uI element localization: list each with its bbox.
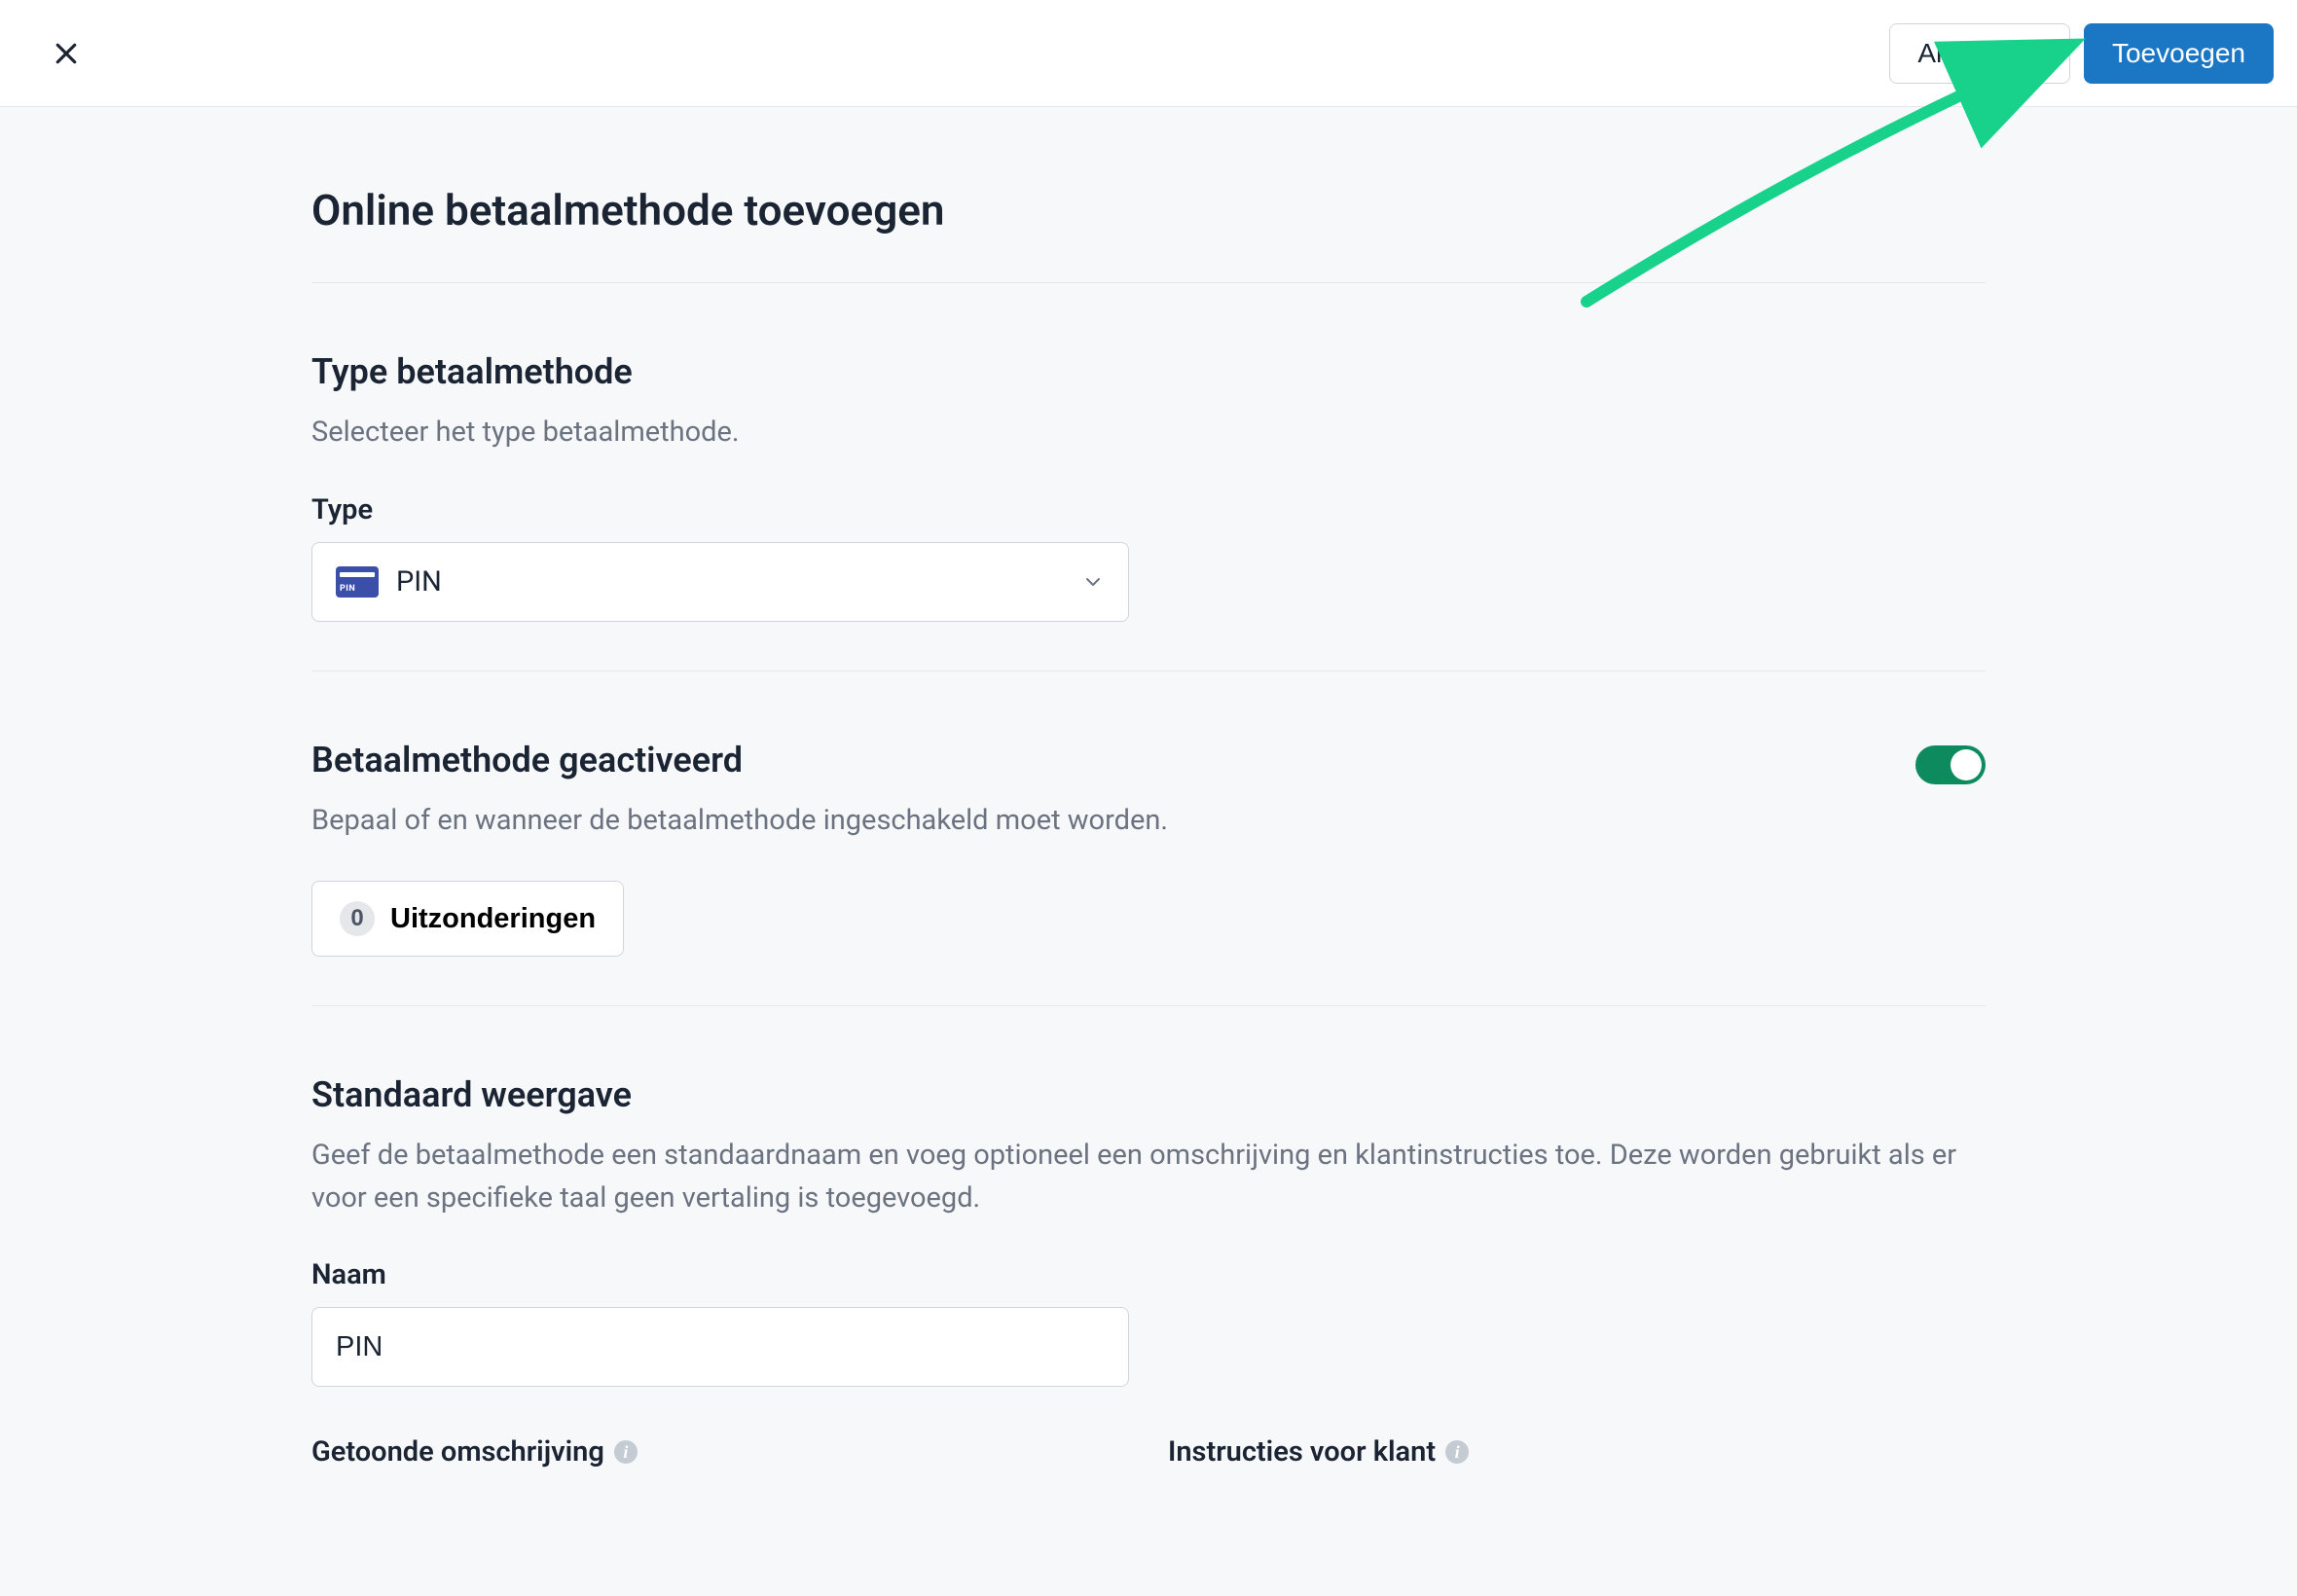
- close-icon: [52, 39, 81, 68]
- header-actions: Annuleren Toevoegen: [1889, 23, 2274, 84]
- name-field-label: Naam: [311, 1258, 1986, 1291]
- type-field-label: Type: [311, 493, 1986, 526]
- pin-card-icon: PIN: [336, 566, 379, 598]
- close-button[interactable]: [47, 34, 86, 73]
- submit-button[interactable]: Toevoegen: [2084, 23, 2274, 84]
- chevron-down-icon: [1081, 570, 1105, 594]
- section-type: Type betaalmethode Selecteer het type be…: [311, 283, 1986, 671]
- section-type-desc: Selecteer het type betaalmethode.: [311, 412, 1986, 454]
- exceptions-label: Uitzonderingen: [390, 903, 596, 935]
- section-activated: Betaalmethode geactiveerd Bepaal of en w…: [311, 671, 1986, 1007]
- page-title: Online betaalmethode toevoegen: [311, 185, 1986, 283]
- instructions-label: Instructies voor klant i: [1168, 1435, 1986, 1469]
- section-type-title: Type betaalmethode: [311, 351, 1986, 392]
- activated-toggle[interactable]: [1915, 745, 1986, 784]
- section-display: Standaard weergave Geef de betaalmethode…: [311, 1006, 1986, 1533]
- cancel-button[interactable]: Annuleren: [1889, 23, 2070, 84]
- section-activated-desc: Bepaal of en wanneer de betaalmethode in…: [311, 800, 1168, 843]
- form-container: Online betaalmethode toevoegen Type beta…: [311, 107, 1986, 1533]
- exceptions-button[interactable]: 0 Uitzonderingen: [311, 881, 624, 957]
- info-icon[interactable]: i: [1445, 1440, 1469, 1464]
- shown-desc-label: Getoonde omschrijving i: [311, 1435, 1129, 1469]
- name-input[interactable]: [311, 1307, 1129, 1387]
- section-display-desc: Geef de betaalmethode een standaardnaam …: [311, 1135, 1986, 1219]
- section-display-title: Standaard weergave: [311, 1074, 1986, 1115]
- exceptions-count-badge: 0: [340, 901, 375, 936]
- type-select-value: PIN: [396, 565, 442, 598]
- type-select[interactable]: PIN PIN: [311, 542, 1129, 622]
- section-activated-title: Betaalmethode geactiveerd: [311, 740, 1168, 780]
- modal-header: Annuleren Toevoegen: [0, 0, 2297, 107]
- info-icon[interactable]: i: [614, 1440, 638, 1464]
